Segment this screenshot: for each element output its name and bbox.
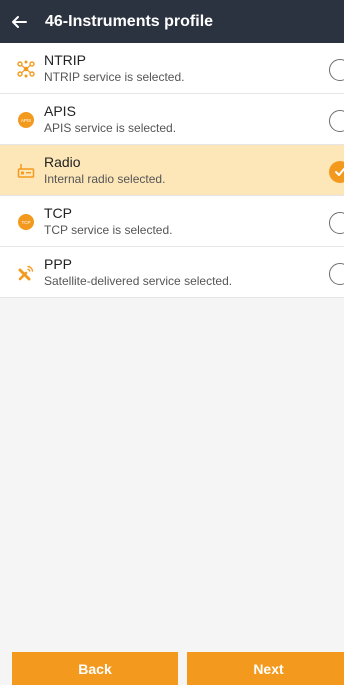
next-button[interactable]: Next — [187, 652, 344, 685]
list-item-tcp[interactable]: TCP TCP TCP service is selected. — [0, 196, 344, 247]
satellite-icon — [17, 264, 35, 282]
page-title: 46-Instruments profile — [45, 12, 214, 30]
checkmark-icon — [335, 168, 344, 176]
back-arrow-icon[interactable] — [11, 13, 29, 31]
svg-text:TCP: TCP — [22, 220, 31, 225]
item-description: NTRIP service is selected. — [44, 70, 185, 84]
tcp-icon: TCP — [17, 213, 35, 231]
item-description: TCP service is selected. — [44, 223, 173, 237]
item-name: TCP — [44, 205, 72, 221]
list-item-ppp[interactable]: PPP Satellite-delivered service selected… — [0, 247, 344, 298]
ntrip-icon — [17, 60, 35, 78]
radio-button-ppp[interactable] — [329, 263, 344, 285]
service-list: NTRIP NTRIP service is selected. APIS AP… — [0, 43, 344, 298]
item-name: NTRIP — [44, 52, 86, 68]
radio-button-apis[interactable] — [329, 110, 344, 132]
item-description: Internal radio selected. — [44, 172, 166, 186]
radio-button-ntrip[interactable] — [329, 59, 344, 81]
list-item-ntrip[interactable]: NTRIP NTRIP service is selected. — [0, 43, 344, 94]
item-description: APIS service is selected. — [44, 121, 177, 135]
item-name: Radio — [44, 154, 81, 170]
radio-icon — [17, 162, 35, 180]
item-name: APIS — [44, 103, 76, 119]
svg-text:APIS: APIS — [21, 118, 31, 123]
apis-icon: APIS — [17, 111, 35, 129]
item-description: Satellite-delivered service selected. — [44, 274, 233, 288]
item-name: PPP — [44, 256, 73, 272]
footer-bar: Back Next — [0, 650, 344, 685]
top-bar: 46-Instruments profile — [0, 0, 344, 43]
back-button[interactable]: Back — [12, 652, 178, 685]
list-item-apis[interactable]: APIS APIS APIS service is selected. — [0, 94, 344, 145]
radio-button-radio[interactable] — [329, 161, 344, 183]
list-item-radio[interactable]: Radio Internal radio selected. — [0, 145, 344, 196]
radio-button-tcp[interactable] — [329, 212, 344, 234]
